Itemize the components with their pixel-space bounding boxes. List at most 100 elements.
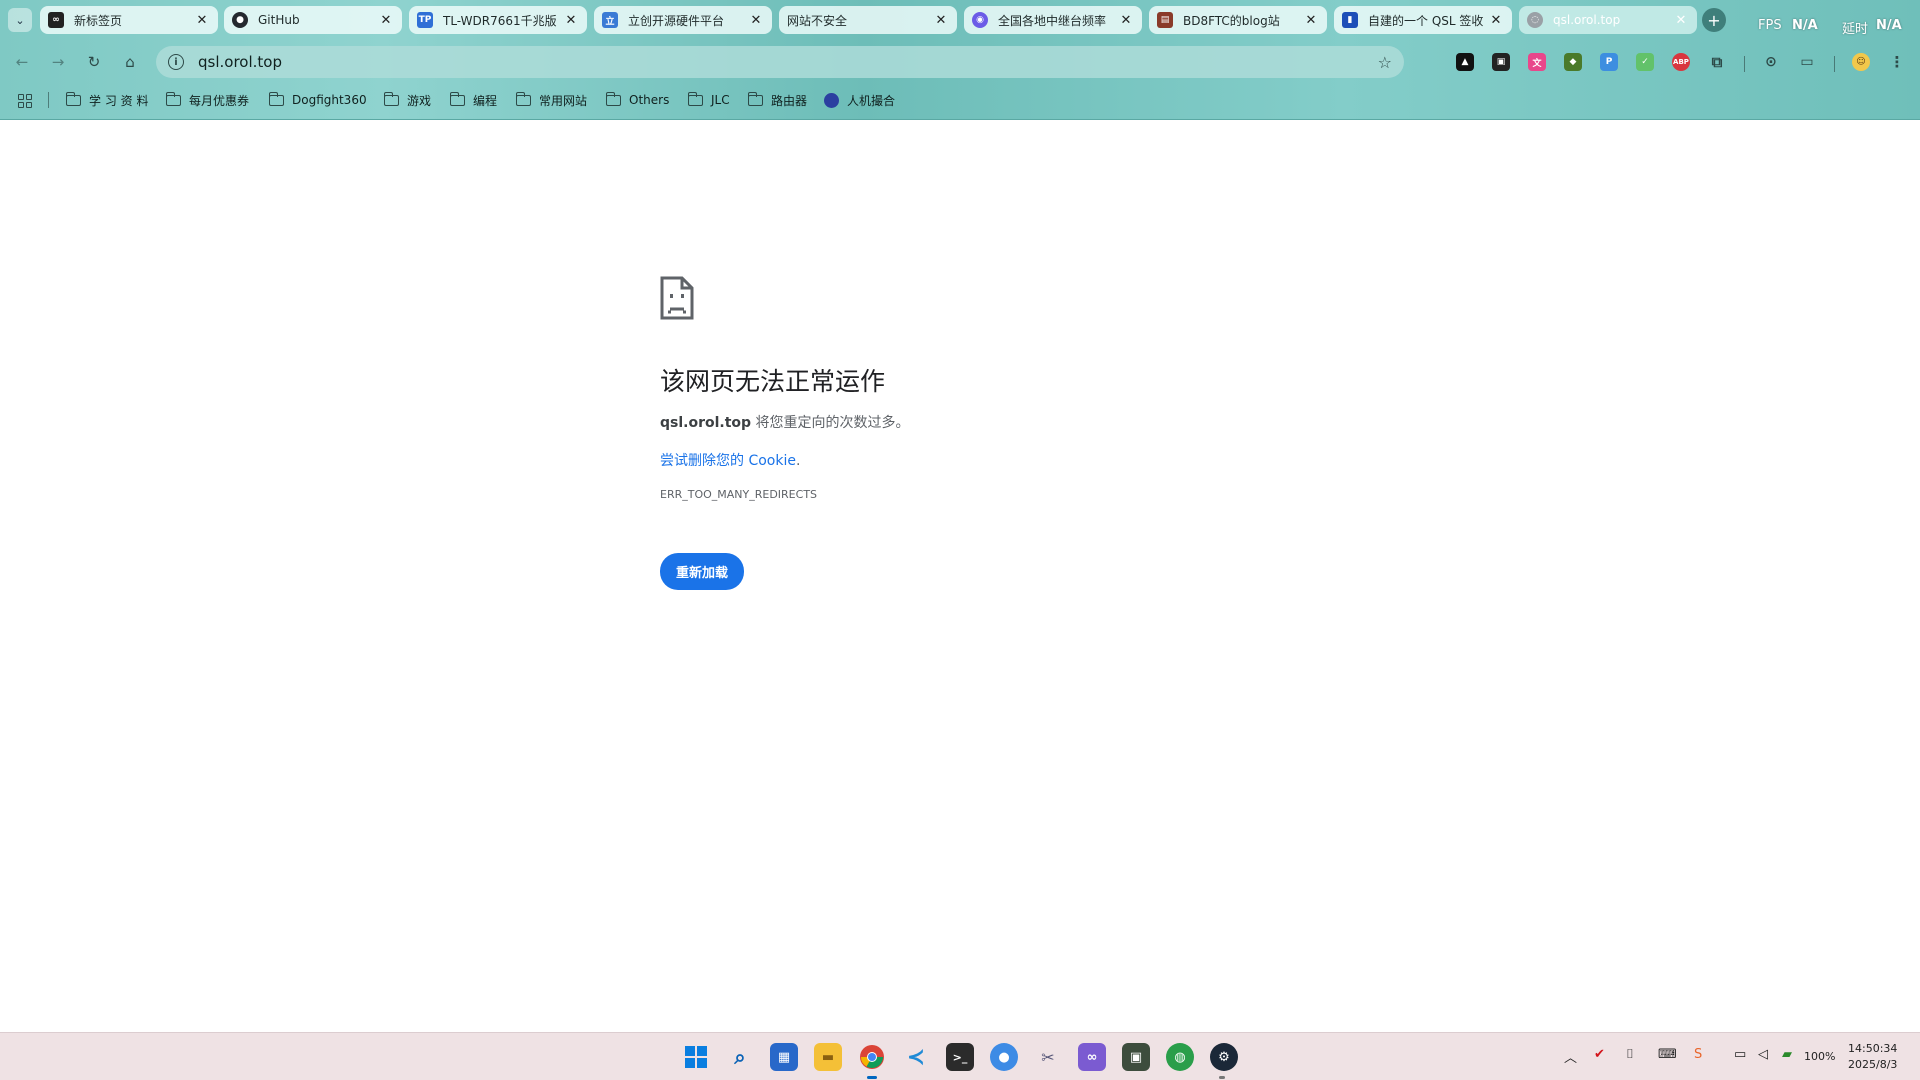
tab-6[interactable]: ▤ BD8FTC的blog站 ✕ (1149, 6, 1327, 34)
reload-toolbar-button[interactable]: ↻ (82, 50, 106, 74)
menu-kebab-icon[interactable]: ⋮ (1888, 53, 1906, 71)
terminal-icon[interactable]: >_ (946, 1043, 974, 1071)
error-host: qsl.orol.top (660, 415, 752, 431)
extension-icon-1[interactable]: ▲ (1456, 53, 1474, 71)
bookmark-link-match[interactable]: 人机撮合 (824, 90, 895, 110)
url-text[interactable]: qsl.orol.top (198, 53, 1378, 71)
bookmarks-separator (48, 92, 49, 108)
close-icon[interactable]: ✕ (1118, 13, 1134, 28)
tab-title: 自建的一个 QSL 签收 (1368, 13, 1484, 28)
tab-3[interactable]: 立 立创开源硬件平台 ✕ (594, 6, 772, 34)
qq-icon[interactable]: ● (990, 1043, 1018, 1071)
tab-0[interactable]: ∞ 新标签页 ✕ (40, 6, 218, 34)
bookmark-label: 常用网站 (539, 93, 588, 108)
adblock-icon[interactable]: ABP (1672, 53, 1690, 71)
close-icon[interactable]: ✕ (1303, 13, 1319, 28)
bookmark-label: Dogfight360 (292, 93, 367, 107)
extensions-puzzle-icon[interactable]: ⧉ (1708, 53, 1726, 71)
globe-app-icon[interactable]: ◍ (1166, 1043, 1194, 1071)
visual-studio-icon[interactable]: ∞ (1078, 1043, 1106, 1071)
close-icon[interactable]: ✕ (933, 13, 949, 28)
extension-icon-5[interactable]: P (1600, 53, 1618, 71)
bookmark-folder-others[interactable]: Others (605, 90, 669, 110)
tab-1[interactable]: ● GitHub ✕ (224, 6, 402, 34)
tab-8-active[interactable]: ◌ qsl.orol.top ✕ (1519, 6, 1697, 34)
close-icon[interactable]: ✕ (748, 13, 764, 28)
lceda-icon: 立 (602, 12, 618, 28)
bookmark-folder-games[interactable]: 游戏 (383, 90, 431, 110)
arrow-left-icon: ← (15, 53, 29, 71)
bookmark-folder-study[interactable]: 学 习 资 料 (65, 90, 148, 110)
side-panel-icon[interactable]: ▭ (1798, 53, 1816, 71)
usb-icon[interactable]: ⌷ (1626, 1047, 1634, 1062)
folder-icon (687, 91, 703, 106)
extension-icon-3[interactable]: 文 (1528, 53, 1546, 71)
home-icon: ⌂ (125, 53, 135, 71)
network-icon[interactable]: ▭ (1734, 1047, 1746, 1062)
ime-icon[interactable]: ⌨ (1658, 1047, 1677, 1062)
windows-start-icon[interactable] (682, 1043, 710, 1071)
back-button[interactable]: ← (10, 50, 34, 74)
file-explorer-icon[interactable]: ▬ (814, 1043, 842, 1071)
bookmark-folder-router[interactable]: 路由器 (747, 90, 808, 110)
latency-value: N/A (1876, 18, 1902, 33)
volume-icon[interactable]: ◁ (1758, 1047, 1768, 1062)
tab-5[interactable]: ◉ 全国各地中继台频率 ✕ (964, 6, 1142, 34)
vscode-icon[interactable]: ≺ (902, 1043, 930, 1071)
error-title: 该网页无法正常运作 (660, 367, 886, 396)
tab-strip: ⌄ ∞ 新标签页 ✕ ● GitHub ✕ TP TL-WDR7661千兆版 ✕… (0, 0, 1920, 40)
site-info-icon[interactable]: i (168, 54, 184, 70)
chevron-up-icon[interactable]: ︿ (1564, 1047, 1577, 1066)
address-bar[interactable]: i qsl.orol.top ☆ (156, 46, 1404, 78)
clock-time: 14:50:34 (1848, 1042, 1898, 1055)
tab-2[interactable]: TP TL-WDR7661千兆版 ✕ (409, 6, 587, 34)
browser-chrome: ⌄ ∞ 新标签页 ✕ ● GitHub ✕ TP TL-WDR7661千兆版 ✕… (0, 0, 1920, 120)
app-icon[interactable]: ▣ (1122, 1043, 1150, 1071)
extension-icon-2[interactable]: ▣ (1492, 53, 1510, 71)
close-icon[interactable]: ✕ (1488, 13, 1504, 28)
store-icon[interactable]: ▦ (770, 1043, 798, 1071)
close-icon[interactable]: ✕ (563, 13, 579, 28)
security-icon[interactable]: ✔ (1594, 1047, 1605, 1062)
profile-avatar[interactable]: ☺ (1852, 53, 1870, 71)
bookmark-folder-coupons[interactable]: 每月优惠券 (165, 90, 250, 110)
screenshot-icon[interactable]: ⊙ (1762, 53, 1780, 71)
battery-icon[interactable]: ▰ (1782, 1047, 1792, 1062)
tab-title: qsl.orol.top (1553, 13, 1621, 27)
extension-icon-6[interactable]: ✓ (1636, 53, 1654, 71)
reload-button[interactable]: 重新加载 (660, 553, 745, 590)
system-clock[interactable]: 14:50:34 2025/8/3 (1848, 1041, 1897, 1073)
folder-icon (605, 91, 621, 106)
bookmark-star-icon[interactable]: ☆ (1378, 53, 1392, 72)
arrow-right-icon: → (51, 53, 65, 71)
tab-title: GitHub (258, 13, 300, 27)
bookmark-folder-common-sites[interactable]: 常用网站 (515, 90, 588, 110)
bookmark-label: 每月优惠券 (189, 93, 250, 108)
tab-search-button[interactable]: ⌄ (8, 8, 32, 32)
snipping-tool-icon[interactable]: ✂ (1034, 1043, 1062, 1071)
chevron-down-icon: ⌄ (15, 13, 25, 27)
tab-title: 全国各地中继台频率 (998, 13, 1107, 28)
home-button[interactable]: ⌂ (118, 50, 142, 74)
chrome-icon[interactable] (858, 1043, 886, 1071)
forward-button[interactable]: → (46, 50, 70, 74)
bookmark-folder-jlc[interactable]: JLC (687, 90, 730, 110)
bookmark-label: 路由器 (771, 93, 808, 108)
close-icon[interactable]: ✕ (1673, 13, 1689, 28)
close-icon[interactable]: ✕ (194, 13, 210, 28)
tab-4[interactable]: 网站不安全 ✕ (779, 6, 957, 34)
close-icon[interactable]: ✕ (378, 13, 394, 28)
tab-7[interactable]: ▮ 自建的一个 QSL 签收 ✕ (1334, 6, 1512, 34)
steam-icon[interactable]: ⚙ (1210, 1043, 1238, 1071)
bookmark-folder-dogfight[interactable]: Dogfight360 (268, 90, 367, 110)
toolbar: ← → ↻ ⌂ i qsl.orol.top ☆ ▲ ▣ 文 ◆ P ✓ ABP… (0, 44, 1920, 80)
bookmark-folder-programming[interactable]: 编程 (449, 90, 497, 110)
sogou-icon[interactable]: S (1694, 1047, 1702, 1062)
search-icon[interactable]: ⌕ (726, 1043, 754, 1071)
taskbar: ⌕ ▦ ▬ ≺ >_ ● ✂ ∞ ▣ ◍ ⚙ ︿ ✔ ⌷ ⌨ S ▭ ◁ ▰ 1… (0, 1032, 1920, 1080)
delete-cookies-link[interactable]: 尝试删除您的 Cookie (660, 453, 796, 469)
error-description: qsl.orol.top 将您重定向的次数过多。 (660, 412, 1360, 432)
extension-icon-4[interactable]: ◆ (1564, 53, 1582, 71)
new-tab-button[interactable]: + (1702, 8, 1726, 32)
apps-grid-icon[interactable] (18, 94, 32, 108)
